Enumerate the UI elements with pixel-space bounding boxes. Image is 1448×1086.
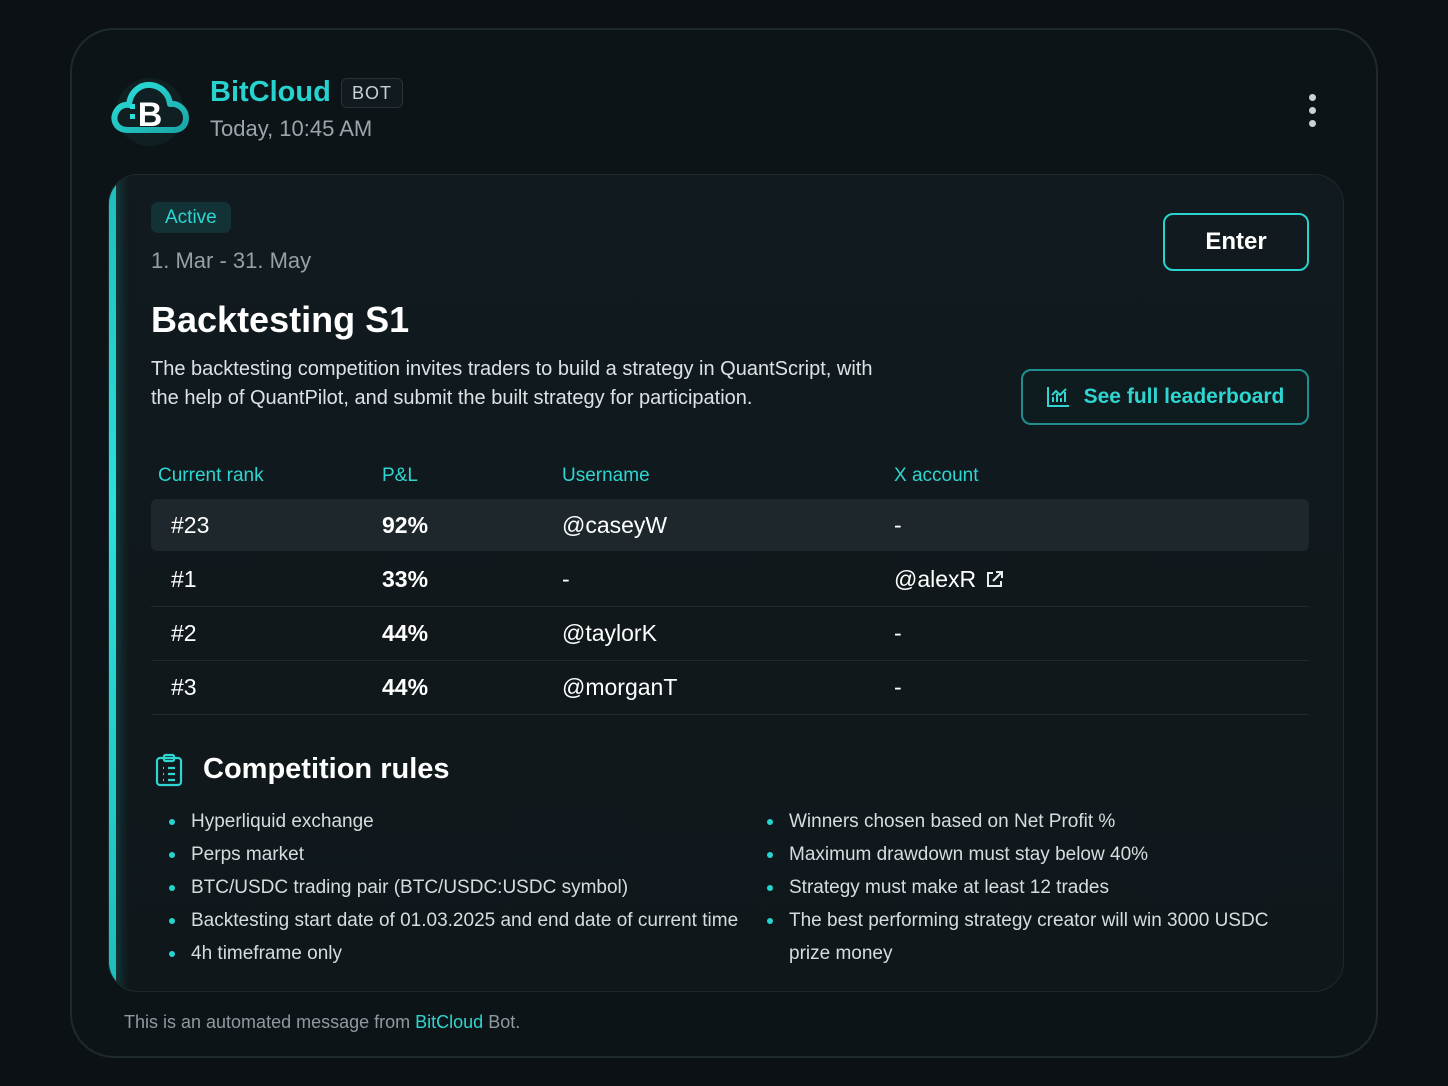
pnl-cell: 92% [382,512,429,538]
bot-message: B BitCloud BOT Today, 10:45 AM Active 1.… [70,28,1378,1058]
username-cell: @caseyW [562,512,668,538]
competition-description: The backtesting competition invites trad… [151,358,873,409]
rank-cell: #3 [171,674,197,700]
rule-item: Hyperliquid exchange [169,805,749,838]
see-full-leaderboard-button[interactable]: See full leaderboard [1021,369,1309,425]
pnl-cell: 44% [382,620,429,646]
external-link-icon [987,570,1004,587]
rank-cell: #23 [171,512,210,538]
table-row[interactable]: #1 33% - @alexR [151,553,1309,607]
leaderboard-button-label: See full leaderboard [1083,385,1285,408]
footer-note: This is an automated message from BitClo… [124,1012,520,1033]
rank-cell: #1 [171,566,197,592]
svg-text:B: B [138,96,163,134]
rule-item: Perps market [169,838,749,871]
rule-item: Winners chosen based on Net Profit % [767,805,1307,838]
bot-badge: BOT [341,78,403,108]
rule-item: Backtesting start date of 01.03.2025 and… [169,904,749,937]
competition-title: Backtesting S1 [151,299,410,340]
chart-icon [1046,387,1069,407]
rule-item: The best performing strategy creator wil… [767,904,1307,970]
username-cell: @taylorK [562,620,657,646]
bitcloud-logo-icon: B [111,78,189,146]
table-header: Current rank P&L Username X account [151,461,1309,499]
x-account-handle: @alexR [894,566,977,592]
pnl-cell: 33% [382,566,429,592]
header-pnl: P&L [382,465,418,486]
kebab-menu-icon[interactable] [1294,88,1330,132]
message-header: B BitCloud BOT Today, 10:45 AM [108,66,1340,156]
footer-prefix: This is an automated message from [124,1012,416,1032]
rule-item: Maximum drawdown must stay below 40% [767,838,1307,871]
x-account-cell: - [894,512,902,538]
leaderboard-table: Current rank P&L Username X account #23 … [151,461,1309,715]
header-username: Username [562,465,650,486]
status-badge: Active [151,202,231,233]
rule-item: 4h timeframe only [169,937,749,970]
x-account-cell: - [894,620,902,646]
pnl-cell: 44% [382,674,429,700]
enter-button[interactable]: Enter [1163,213,1309,271]
date-range: 1. Mar - 31. May [151,248,312,273]
rules-list-left: Hyperliquid exchange Perps market BTC/US… [169,805,749,970]
header-x-account: X account [894,465,979,486]
header-current-rank: Current rank [158,465,264,486]
rules-title: Competition rules [203,753,450,785]
accent-bar [109,175,116,991]
rule-item: BTC/USDC trading pair (BTC/USDC:USDC sym… [169,871,749,904]
x-account-cell: - [894,674,902,700]
footer-brand-link[interactable]: BitCloud [415,1012,483,1032]
rank-cell: #2 [171,620,197,646]
x-account-link[interactable]: @alexR [894,566,1004,593]
message-timestamp: Today, 10:45 AM [210,116,373,141]
rules-list-right: Winners chosen based on Net Profit % Max… [767,805,1307,970]
username-cell: - [562,566,570,592]
footer-suffix: Bot. [483,1012,521,1032]
competition-card: Active 1. Mar - 31. May Enter Backtestin… [108,174,1344,992]
table-row[interactable]: #23 92% @caseyW - [151,499,1309,551]
table-row[interactable]: #3 44% @morganT - [151,661,1309,715]
username-cell: @morganT [562,674,678,700]
table-row[interactable]: #2 44% @taylorK - [151,607,1309,661]
sender-name[interactable]: BitCloud [210,76,331,109]
clipboard-icon [155,753,183,787]
rule-item: Strategy must make at least 12 trades [767,871,1307,904]
